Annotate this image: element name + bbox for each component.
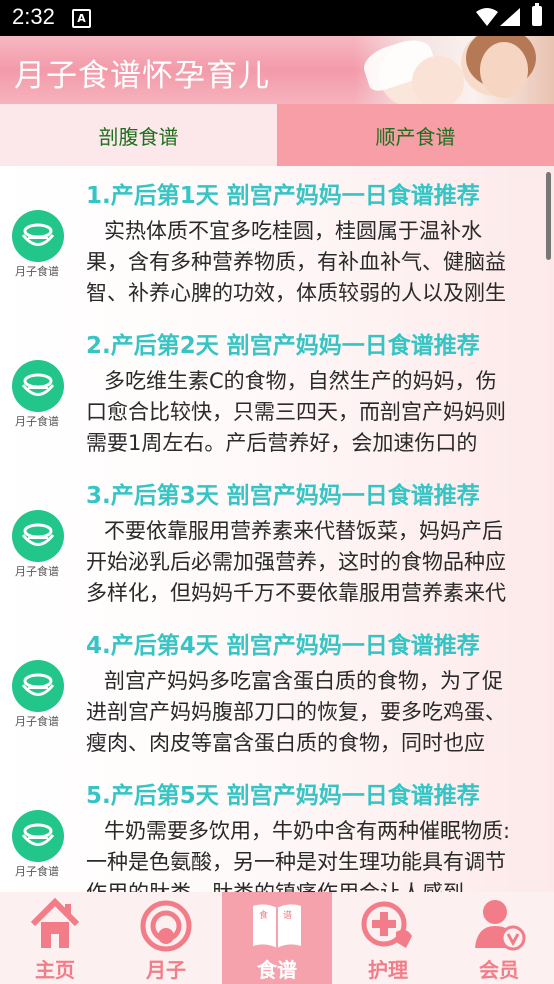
- list-item[interactable]: 月子食谱 4.产后第4天 剖宫产妈妈一日食谱推荐 剖宫产妈妈多吃富含蛋白质的食物…: [0, 616, 554, 767]
- notification-icon: A: [72, 9, 91, 28]
- icon-label: 月子食谱: [15, 265, 59, 278]
- nav-confinement[interactable]: 月子: [111, 892, 221, 984]
- nav-confinement-label: 月子: [146, 958, 186, 982]
- description-line: 需要1周左右。产后营养好，会加速伤口的: [86, 431, 478, 455]
- nav-care[interactable]: 护理: [333, 892, 443, 984]
- header-photo: [354, 36, 554, 104]
- app-header: 月子食谱怀孕育儿: [0, 36, 554, 104]
- bowl-icon: [12, 510, 64, 562]
- description-line: 实热体质不宜多吃桂圆，桂圆属于温补水: [104, 219, 482, 243]
- svg-text:谱: 谱: [283, 909, 292, 921]
- moon-ring-icon: [140, 900, 192, 952]
- wifi-icon: [476, 8, 498, 26]
- recipe-book-icon: 食谱: [253, 904, 301, 948]
- list-item[interactable]: 月子食谱 1.产后第1天 剖宫产妈妈一日食谱推荐 实热体质不宜多吃桂圆，桂圆属于…: [0, 166, 554, 317]
- description-line: 多样化，但妈妈千万不要依靠服用营养素来代: [86, 581, 506, 605]
- bowl-icon: [12, 660, 64, 712]
- bottom-nav: 主页 月子 食谱 食谱 护理 会员: [0, 892, 554, 984]
- list-item[interactable]: 月子食谱 2.产后第2天 剖宫产妈妈一日食谱推荐 多吃维生素C的食物，自然生产的…: [0, 316, 554, 467]
- category-tabs: 剖腹食谱 顺产食谱: [0, 104, 554, 166]
- description-line: 一种是色氨酸，另一种是对生理功能具有调节: [86, 850, 506, 874]
- description-line: 果，含有多种营养物质，有补血补气、健脑益: [86, 250, 506, 274]
- bowl-icon: [12, 810, 64, 862]
- app-title: 月子食谱怀孕育儿: [14, 58, 270, 94]
- item-description: 牛奶需要多饮用，牛奶中含有两种催眠物质: 一种是色氨酸，另一种是对生理功能具有调…: [86, 816, 554, 892]
- svg-text:食: 食: [259, 909, 268, 921]
- status-time: 2:32: [12, 4, 55, 29]
- home-icon: [30, 897, 80, 948]
- tab-natural-birth-recipes[interactable]: 顺产食谱: [277, 104, 554, 166]
- status-bar: 2:32 A: [0, 0, 554, 36]
- nav-home-label: 主页: [35, 958, 75, 982]
- bowl-icon: [12, 360, 64, 412]
- description-line: 多吃维生素C的食物，自然生产的妈妈，伤: [104, 369, 497, 393]
- description-line: 开始泌乳后必需加强营养，这时的食物品种应: [86, 550, 506, 574]
- bowl-icon: [12, 210, 64, 262]
- item-title: 3.产后第3天 剖宫产妈妈一日食谱推荐: [86, 483, 480, 509]
- description-line: 口愈合比较快，只需三四天，而剖宫产妈妈则: [86, 400, 506, 424]
- nav-recipes[interactable]: 食谱 食谱: [222, 892, 332, 984]
- item-title: 1.产后第1天 剖宫产妈妈一日食谱推荐: [86, 183, 480, 209]
- nav-home[interactable]: 主页: [0, 892, 110, 984]
- nav-member[interactable]: 会员: [444, 892, 554, 984]
- description-line: 剖宫产妈妈多吃富含蛋白质的食物，为了促: [104, 669, 503, 693]
- list-item[interactable]: 月子食谱 5.产后第5天 剖宫产妈妈一日食谱推荐 牛奶需要多饮用，牛奶中含有两种…: [0, 766, 554, 892]
- battery-icon: [532, 3, 542, 26]
- description-line: 不要依靠服用营养素来代替饭菜，妈妈产后: [104, 519, 503, 543]
- description-line: 牛奶需要多饮用，牛奶中含有两种催眠物质:: [104, 819, 511, 843]
- icon-label: 月子食谱: [15, 415, 59, 428]
- item-title: 2.产后第2天 剖宫产妈妈一日食谱推荐: [86, 333, 480, 359]
- nav-recipes-label: 食谱: [257, 958, 297, 982]
- nav-care-label: 护理: [368, 958, 408, 982]
- nav-member-label: 会员: [479, 958, 519, 982]
- item-description: 实热体质不宜多吃桂圆，桂圆属于温补水 果，含有多种营养物质，有补血补气、健脑益 …: [86, 216, 554, 309]
- item-description: 多吃维生素C的食物，自然生产的妈妈，伤 口愈合比较快，只需三四天，而剖宫产妈妈则…: [86, 366, 554, 459]
- description-line: 进剖宫产妈妈腹部刀口的恢复，要多吃鸡蛋、: [86, 700, 506, 724]
- item-description: 剖宫产妈妈多吃富含蛋白质的食物，为了促 进剖宫产妈妈腹部刀口的恢复，要多吃鸡蛋、…: [86, 666, 554, 759]
- item-title: 4.产后第4天 剖宫产妈妈一日食谱推荐: [86, 633, 480, 659]
- item-description: 不要依靠服用营养素来代替饭菜，妈妈产后 开始泌乳后必需加强营养，这时的食物品种应…: [86, 516, 554, 609]
- description-line: 作用的肽类。肽类的镇痛作用会让人感到: [86, 878, 554, 892]
- icon-label: 月子食谱: [15, 865, 59, 878]
- list-item[interactable]: 月子食谱 3.产后第3天 剖宫产妈妈一日食谱推荐 不要依靠服用营养素来代替饭菜，…: [0, 466, 554, 617]
- care-plus-icon: [361, 901, 412, 948]
- signal-icon: [500, 8, 520, 26]
- recipe-list[interactable]: 月子食谱 1.产后第1天 剖宫产妈妈一日食谱推荐 实热体质不宜多吃桂圆，桂圆属于…: [0, 166, 554, 892]
- description-line: 瘦肉、肉皮等富含蛋白质的食物，同时也应: [86, 731, 485, 755]
- description-line: 智、补养心脾的功效，体质较弱的人以及刚生: [86, 281, 506, 305]
- icon-label: 月子食谱: [15, 565, 59, 578]
- tab-cesarean-recipes[interactable]: 剖腹食谱: [0, 104, 277, 166]
- member-icon: [475, 900, 526, 951]
- icon-label: 月子食谱: [15, 715, 59, 728]
- item-title: 5.产后第5天 剖宫产妈妈一日食谱推荐: [86, 783, 480, 809]
- list-scrollbar[interactable]: [546, 172, 551, 260]
